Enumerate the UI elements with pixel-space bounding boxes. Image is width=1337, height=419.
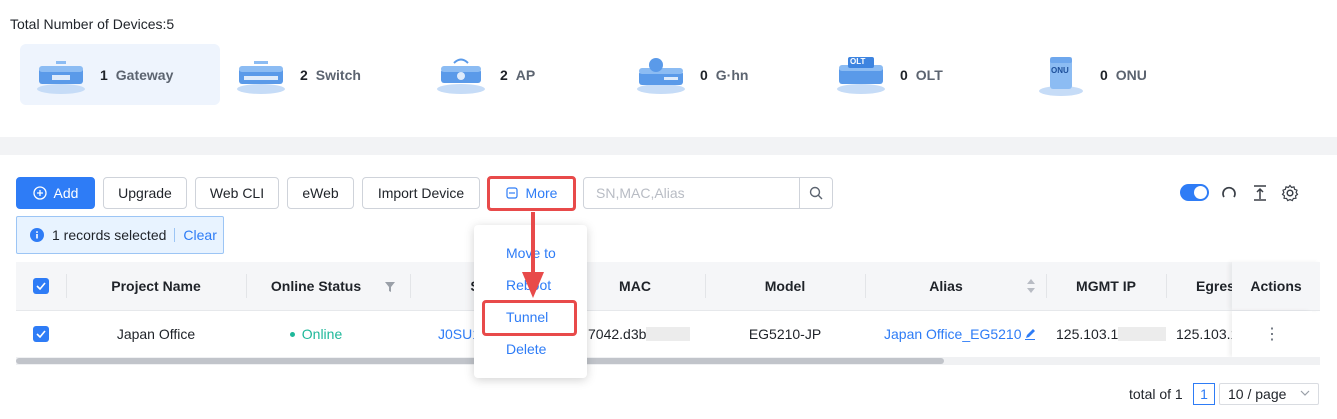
olt-icon-text: OLT [850,56,866,66]
sort-icon[interactable] [1026,278,1036,297]
cell-mac: 7042.d3b [588,311,708,357]
search-button[interactable] [799,178,832,208]
switch-icon [234,53,288,97]
cell-online-status: Online [246,311,386,357]
online-dot-icon [289,331,295,337]
header-project-name: Project Name [111,278,201,294]
device-count: 0 [900,66,908,83]
ghn-icon [634,53,688,97]
cell-sn-link[interactable]: J0SU1 [438,311,480,357]
olt-icon: OLT [834,53,888,97]
header-mac: MAC [619,278,651,294]
eweb-button[interactable]: eWeb [287,177,354,209]
search-box[interactable] [583,177,833,209]
more-highlight-box [487,176,576,211]
device-label: Switch [315,66,361,83]
pagination-page-1[interactable]: 1 [1193,383,1215,405]
onu-icon-text: ONU [1051,65,1069,75]
total-devices-label: Total Number of Devices:5 [10,16,175,32]
tunnel-highlight-box [482,300,577,336]
export-icon[interactable] [1251,184,1269,205]
pagination-total: total of 1 [1129,386,1183,402]
selection-count-text: 1 records selected [52,227,167,243]
upgrade-button[interactable]: Upgrade [103,177,187,209]
info-icon [30,228,44,242]
alias-link[interactable]: Japan Office_EG5210 [884,326,1022,342]
select-all-checkbox[interactable] [33,262,49,310]
filter-icon[interactable] [384,280,396,296]
cell-model: EG5210-JP [748,326,822,342]
mac-text: 7042.d3b [588,326,647,342]
annotation-arrow [520,212,546,305]
section-divider [0,137,1337,155]
row-actions-menu[interactable]: ⋮ [1232,311,1312,357]
refresh-icon[interactable] [1220,184,1238,205]
header-online-status: Online Status [270,278,362,294]
redacted-block [646,327,691,341]
menu-item-delete[interactable]: Delete [506,341,546,357]
device-count: 2 [500,66,508,83]
device-card-ap[interactable]: 2 AP [420,44,620,105]
device-label: AP [515,66,536,83]
import-device-button[interactable]: Import Device [362,177,480,209]
device-count: 2 [300,66,308,83]
page-size-select[interactable]: 10 / page [1219,383,1319,405]
auto-refresh-toggle[interactable] [1180,184,1209,201]
device-card-switch[interactable]: 2 Switch [220,44,420,105]
device-card-gateway[interactable]: 1 Gateway [20,44,220,105]
device-card-onu[interactable]: ONU 0 ONU [1020,44,1220,105]
header-actions: Actions [1232,262,1320,310]
header-alias: Alias [929,278,963,294]
cell-mgmt-ip: 125.103.1 [1056,311,1166,357]
ap-icon [434,53,488,97]
add-button-label: Add [53,185,79,201]
edit-pencil-icon[interactable] [1024,328,1036,340]
device-count: 0 [1100,66,1108,83]
clear-selection-link[interactable]: Clear [183,227,216,243]
device-label: ONU [1115,66,1147,83]
device-card-ghn[interactable]: 0 G·hn [620,44,820,105]
onu-icon: ONU [1034,53,1088,97]
redacted-block [1118,327,1166,341]
web-cli-button[interactable]: Web CLI [195,177,279,209]
device-count: 1 [100,66,108,83]
search-icon [809,186,823,200]
device-count: 0 [700,66,708,83]
device-label: G·hn [715,66,749,83]
chevron-down-icon [1300,388,1310,398]
settings-gear-icon[interactable] [1281,184,1299,205]
cell-egress: 125.103.1 [1176,326,1232,342]
selection-divider [174,228,176,242]
search-input[interactable] [594,184,798,202]
mgmt-ip-text: 125.103.1 [1056,326,1119,342]
plus-circle-icon [32,186,47,200]
device-label: OLT [915,66,943,83]
header-mgmt-ip: MGMT IP [1076,278,1136,294]
device-label: Gateway [115,66,174,83]
cell-project-name: Japan Office [116,326,196,342]
table-header: Project Name Online Status S MAC Model A… [16,262,1320,310]
device-card-olt[interactable]: OLT 0 OLT [820,44,1020,105]
gateway-icon [34,53,88,97]
header-model: Model [764,278,806,294]
cell-alias: Japan Office_EG5210 [865,311,1059,357]
row-checkbox[interactable] [33,311,49,357]
selection-bar: 1 records selected Clear [16,216,224,254]
page-size-value: 10 / page [1228,386,1287,402]
add-button[interactable]: Add [16,177,95,209]
online-status-text: Online [301,326,343,342]
